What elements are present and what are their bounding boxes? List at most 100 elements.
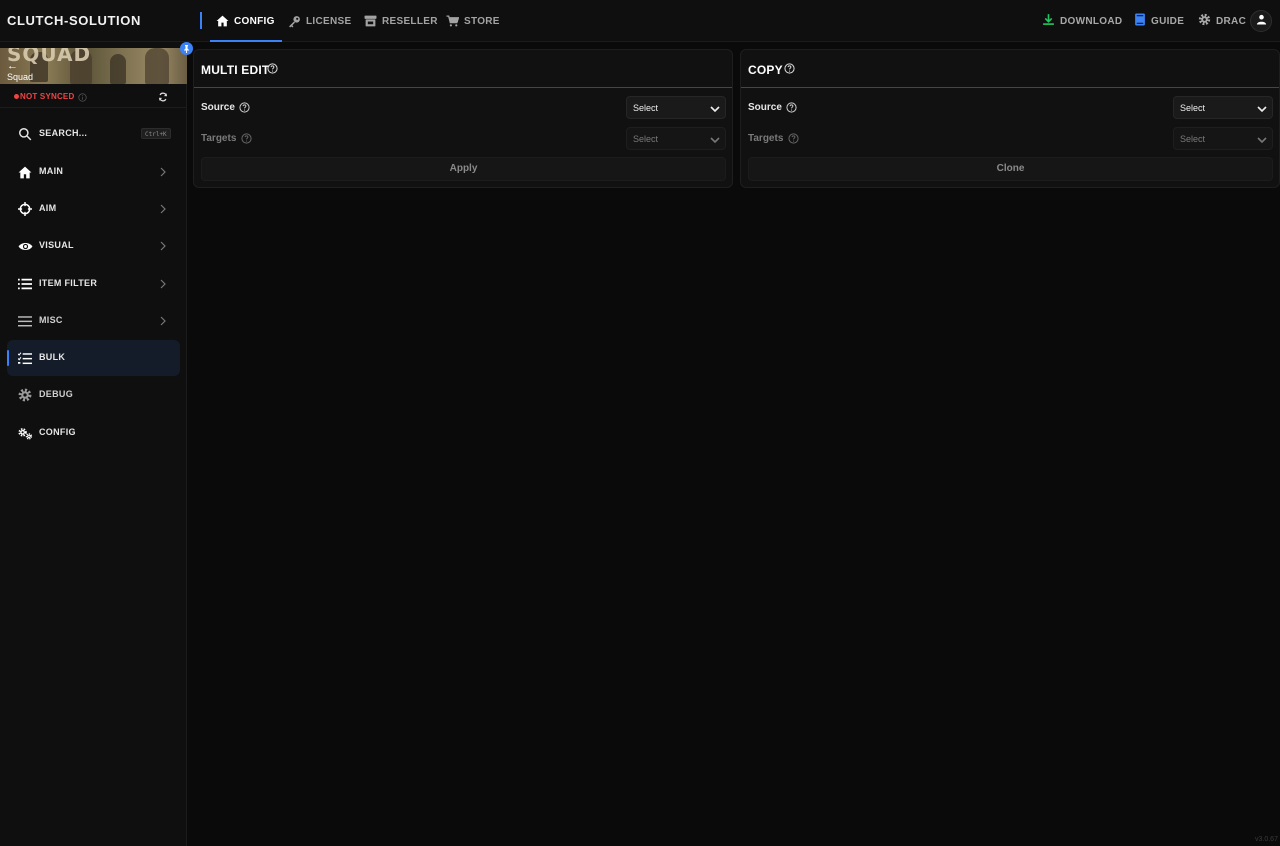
help-icon[interactable]: [786, 102, 797, 116]
home-icon: [216, 15, 229, 27]
help-icon[interactable]: [241, 133, 252, 147]
apply-button[interactable]: Apply: [201, 157, 726, 181]
source-select[interactable]: Select: [626, 96, 726, 119]
chevron-right-icon: [160, 166, 166, 180]
tab-config[interactable]: CONFIG: [210, 0, 282, 42]
sidebar-item-aim[interactable]: AIM: [7, 191, 180, 227]
panel-header: MULTI EDIT: [194, 50, 732, 88]
settings-user-button[interactable]: DRAC: [1198, 0, 1246, 42]
sidebar-item-config[interactable]: CONFIG: [7, 415, 180, 451]
menu-icon: [17, 313, 33, 329]
topnav-divider: [200, 12, 202, 29]
help-icon[interactable]: [239, 102, 250, 116]
game-name: Squad: [7, 72, 34, 82]
sidebar-item-debug[interactable]: DEBUG: [7, 377, 180, 413]
chevron-down-icon: [1257, 134, 1267, 148]
eye-icon: [17, 238, 33, 254]
help-icon[interactable]: [267, 63, 278, 77]
brand-title: CLUTCH-SOLUTION: [7, 13, 141, 28]
tab-license[interactable]: LICENSE: [288, 0, 351, 42]
chevron-down-icon: [710, 134, 720, 148]
targets-select[interactable]: Select: [626, 127, 726, 150]
source-label: Source: [748, 102, 782, 113]
pin-icon[interactable]: [180, 42, 193, 55]
panel-header: COPY: [741, 50, 1279, 88]
user-icon: [1256, 14, 1267, 28]
chevron-down-icon: [710, 103, 720, 117]
targets-label: Targets: [748, 133, 784, 144]
panel-title: COPY: [748, 63, 783, 77]
book-icon: [1134, 13, 1146, 29]
key-icon: [288, 15, 301, 28]
sidebar-item-main[interactable]: MAIN: [7, 154, 180, 190]
tab-reseller[interactable]: RESELLER: [364, 0, 438, 42]
search-icon: [17, 126, 33, 142]
sync-status: NOT SYNCED: [20, 92, 75, 101]
tab-license-label: LICENSE: [306, 15, 352, 27]
sidebar-item-misc[interactable]: MISC: [7, 303, 180, 339]
chevron-down-icon: [1257, 103, 1267, 117]
sidebar-item-bulk[interactable]: BULK: [7, 340, 180, 376]
guide-label: GUIDE: [1151, 15, 1185, 27]
targets-select-value: Select: [1180, 134, 1206, 144]
chevron-right-icon: [160, 240, 166, 254]
copy-panel: COPY Source Select Targets Select Clone: [740, 49, 1280, 188]
sidebar-item-label: ITEM FILTER: [39, 278, 98, 288]
gears-icon: [17, 425, 33, 441]
chevron-right-icon: [160, 203, 166, 217]
source-label: Source: [201, 102, 235, 113]
sidebar-item-item-filter[interactable]: ITEM FILTER: [7, 266, 180, 302]
search-label: SEARCH...: [39, 128, 88, 138]
search-button[interactable]: SEARCH... Ctrl+K: [7, 116, 180, 152]
sync-status-row: NOT SYNCED: [0, 84, 187, 108]
sidebar-item-label: AIM: [39, 203, 57, 213]
guide-button[interactable]: GUIDE: [1134, 0, 1184, 42]
download-button[interactable]: DOWNLOAD: [1042, 0, 1122, 42]
sidebar-item-label: DEBUG: [39, 389, 74, 399]
source-select-value: Select: [1180, 103, 1206, 113]
avatar[interactable]: [1250, 10, 1272, 32]
sidebar-item-label: CONFIG: [39, 427, 76, 437]
home-icon: [17, 164, 33, 180]
multi-edit-panel: MULTI EDIT Source Select Targets Select …: [193, 49, 733, 188]
help-icon[interactable]: [784, 63, 795, 77]
tab-store-label: STORE: [464, 15, 500, 27]
source-select[interactable]: Select: [1173, 96, 1273, 119]
targets-select-value: Select: [633, 134, 659, 144]
download-label: DOWNLOAD: [1060, 15, 1123, 27]
targets-label: Targets: [201, 133, 237, 144]
status-dot: [14, 94, 19, 99]
sidebar-item-label: MAIN: [39, 166, 64, 176]
clone-button[interactable]: Clone: [748, 157, 1273, 181]
refresh-icon[interactable]: [158, 91, 168, 105]
checklist-icon: [17, 350, 33, 366]
sidebar-item-label: VISUAL: [39, 240, 74, 250]
game-banner[interactable]: SQUAD ← Squad: [0, 48, 187, 84]
store-icon: [364, 15, 377, 27]
targets-select[interactable]: Select: [1173, 127, 1273, 150]
back-arrow-icon[interactable]: ←: [7, 60, 18, 72]
panel-title: MULTI EDIT: [201, 63, 270, 77]
game-logo: SQUAD: [7, 48, 92, 66]
tab-store[interactable]: STORE: [446, 0, 500, 42]
sidebar-item-label: MISC: [39, 315, 63, 325]
list-icon: [17, 276, 33, 292]
chevron-right-icon: [160, 315, 166, 329]
sidebar: SQUAD ← Squad NOT SYNCED SEARCH... Ctrl+…: [0, 42, 187, 846]
info-icon[interactable]: [78, 91, 87, 105]
source-select-value: Select: [633, 103, 659, 113]
version-label: v3.0.67: [1255, 836, 1278, 843]
cart-icon: [446, 15, 459, 27]
crosshair-icon: [17, 201, 33, 217]
shortcut-badge: Ctrl+K: [141, 128, 171, 139]
help-icon[interactable]: [788, 133, 799, 147]
chevron-right-icon: [160, 278, 166, 292]
gear-icon: [1198, 13, 1211, 29]
sidebar-item-label: BULK: [39, 352, 66, 362]
sidebar-item-visual[interactable]: VISUAL: [7, 228, 180, 264]
tab-config-label: CONFIG: [234, 15, 275, 27]
user-name: DRAC: [1216, 15, 1247, 27]
download-icon: [1042, 13, 1055, 29]
gear-icon: [17, 387, 33, 403]
tab-reseller-label: RESELLER: [382, 15, 438, 27]
